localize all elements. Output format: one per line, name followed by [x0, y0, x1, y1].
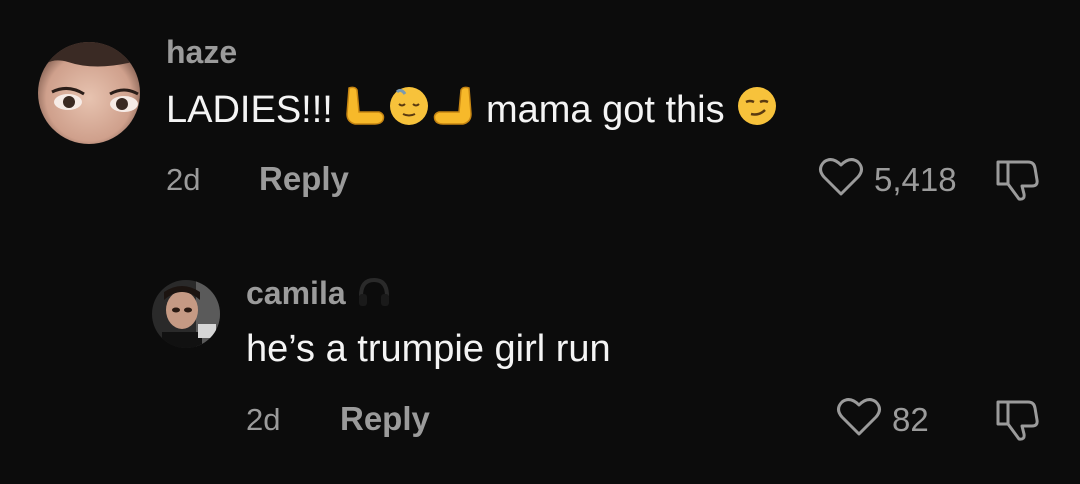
- comment-timestamp: 2d: [166, 162, 201, 197]
- avatar[interactable]: [152, 280, 220, 348]
- avatar-image: [152, 280, 220, 348]
- comment-text: LADIES!!! mama got this: [166, 84, 779, 138]
- comment-timestamp: 2d: [246, 402, 281, 437]
- reply-button[interactable]: Reply: [259, 160, 349, 198]
- relieved-face-emoji: [387, 84, 431, 138]
- comment-username[interactable]: camila: [246, 274, 392, 318]
- headphones-icon: [356, 274, 392, 318]
- heart-icon: [818, 156, 864, 203]
- dislike-button[interactable]: [994, 156, 1040, 207]
- like-count: 82: [892, 400, 929, 438]
- comment-text-start: LADIES!!!: [166, 89, 333, 131]
- backhand-point-left-emoji: [343, 84, 387, 138]
- comment-username[interactable]: haze: [166, 34, 237, 71]
- comments-thread: haze LADIES!!! mama got this 2d Reply 5,…: [0, 0, 1080, 484]
- reply-button[interactable]: Reply: [340, 400, 430, 438]
- avatar-image: [38, 42, 140, 144]
- avatar[interactable]: [38, 42, 140, 144]
- like-count: 5,418: [874, 160, 957, 198]
- dislike-button[interactable]: [994, 396, 1040, 447]
- smirking-face-emoji: [735, 84, 779, 138]
- comment-text-end: mama got this: [485, 89, 725, 131]
- thumbs-down-icon: [994, 400, 1040, 446]
- backhand-point-right-emoji: [431, 84, 475, 138]
- thumbs-down-icon: [994, 160, 1040, 206]
- comment-text: he’s a trumpie girl run: [246, 328, 611, 370]
- like-button[interactable]: 82: [836, 396, 929, 443]
- username-label: camila: [246, 275, 346, 311]
- heart-icon: [836, 396, 882, 443]
- like-button[interactable]: 5,418: [818, 156, 957, 203]
